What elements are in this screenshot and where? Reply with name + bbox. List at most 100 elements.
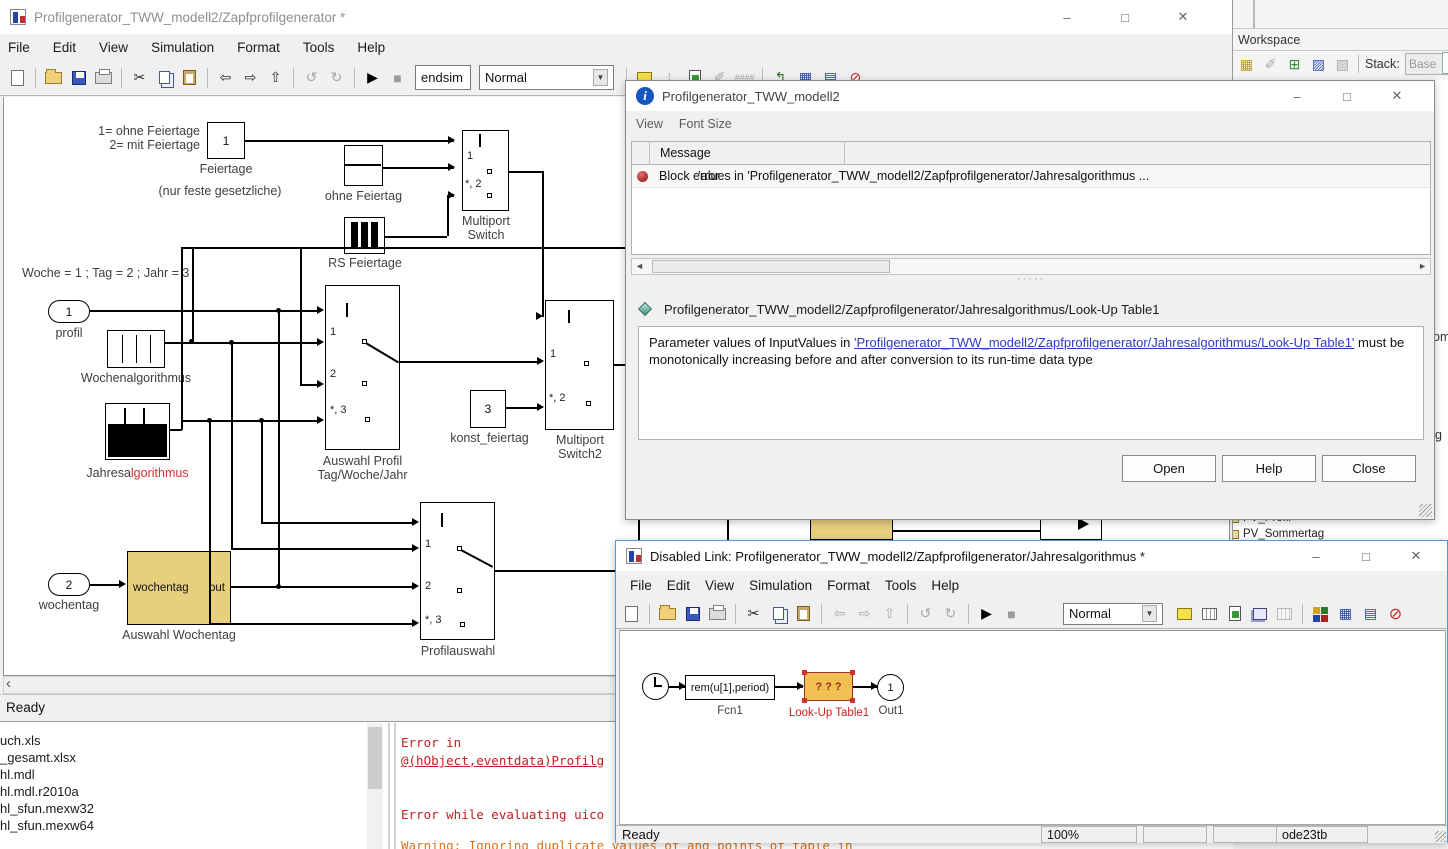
panel-splitter[interactable] <box>394 723 396 849</box>
file-item[interactable]: hl_sfun.mexw64 <box>0 817 367 834</box>
menu-file[interactable]: File <box>8 40 30 55</box>
workspace-new-icon[interactable]: ▦ <box>1235 53 1258 76</box>
build-icon[interactable] <box>1309 602 1332 625</box>
copy-icon[interactable] <box>767 602 790 625</box>
save-icon[interactable] <box>681 602 704 625</box>
grid-disabled-icon[interactable] <box>1273 602 1296 625</box>
menu-tools[interactable]: Tools <box>885 578 917 593</box>
close-button[interactable]: ✕ <box>1372 81 1422 111</box>
maximize-button[interactable]: □ <box>1341 541 1391 571</box>
menu-simulation[interactable]: Simulation <box>151 40 214 55</box>
panel-splitter[interactable] <box>388 723 390 849</box>
block-ohne-feiertag[interactable] <box>344 145 383 186</box>
file-browser-scrollbar[interactable] <box>367 723 383 849</box>
sim-stop-time-input[interactable] <box>415 65 471 90</box>
splitter-dots-icon[interactable]: ····· <box>626 274 1436 284</box>
menu-view[interactable]: View <box>99 40 128 55</box>
menu-file[interactable]: File <box>630 578 652 593</box>
breadcrumb-text[interactable]: Profilgenerator_TWW_modell2/Zapfprofilge… <box>664 302 1159 317</box>
block-feiertage[interactable]: 1 <box>207 122 245 159</box>
file-item[interactable]: _gesamt.xlsx <box>0 749 367 766</box>
file-item[interactable]: uch.xls <box>0 732 367 749</box>
library-link-icon[interactable] <box>1173 602 1196 625</box>
sim-mode-dropdown[interactable]: Normal ▼ <box>479 65 614 90</box>
scrollbar-thumb[interactable] <box>368 727 382 789</box>
model-refresh-icon[interactable] <box>1223 602 1246 625</box>
copy-icon[interactable] <box>153 66 176 89</box>
file-item[interactable]: hl.mdl <box>0 766 367 783</box>
block-wochenalgorithmus[interactable] <box>107 330 165 368</box>
menu-format[interactable]: Format <box>237 40 280 55</box>
new-file-icon[interactable] <box>6 66 29 89</box>
print-icon[interactable] <box>706 602 729 625</box>
cut-icon[interactable]: ✂ <box>742 602 765 625</box>
save-icon[interactable] <box>67 66 90 89</box>
title-bar[interactable]: Profilgenerator_TWW_modell2/Zapfprofilge… <box>0 0 1232 34</box>
cut-icon[interactable]: ✂ <box>128 66 151 89</box>
start-simulation-icon[interactable]: ▶ <box>361 66 384 89</box>
diagnostic-dialog[interactable]: i Profilgenerator_TWW_modell2 – □ ✕ View… <box>625 80 1435 520</box>
title-bar[interactable]: Disabled Link: Profilgenerator_TWW_model… <box>616 541 1447 571</box>
menu-help[interactable]: Help <box>357 40 385 55</box>
up-icon[interactable]: ⇧ <box>264 66 287 89</box>
lookup-table-block[interactable]: ? ? ? <box>804 672 853 701</box>
resize-grip[interactable] <box>1435 831 1446 842</box>
menu-view[interactable]: View <box>636 117 663 131</box>
menu-help[interactable]: Help <box>931 578 959 593</box>
block-multiport-switch[interactable] <box>462 130 509 211</box>
outport-block[interactable]: 1 <box>877 674 904 701</box>
workspace-delete-icon[interactable]: ▧ <box>1331 53 1354 76</box>
simulink-link-window[interactable]: Disabled Link: Profilgenerator_TWW_model… <box>615 540 1448 843</box>
resize-grip[interactable] <box>1419 504 1432 517</box>
forward-icon[interactable]: ⇨ <box>239 66 262 89</box>
scroll-right-icon[interactable]: ► <box>1418 261 1427 271</box>
workspace-edit-icon[interactable]: ✐ <box>1259 53 1282 76</box>
model-canvas[interactable]: rem(u[1],period) Fcn1 ? ? ? Look-Up Tabl… <box>619 630 1446 825</box>
no-entry-icon[interactable]: ⊘ <box>1384 602 1407 625</box>
block-konst-feiertag[interactable]: 3 <box>470 390 506 428</box>
minimize-button[interactable]: – <box>1038 0 1096 34</box>
paste-icon[interactable] <box>792 602 815 625</box>
clock-block[interactable] <box>642 673 669 700</box>
calendar-grid-icon[interactable] <box>1198 602 1221 625</box>
close-button[interactable]: ✕ <box>1154 0 1212 34</box>
block-auswahl-wochentag[interactable]: wochentag out <box>127 551 231 625</box>
back-icon[interactable]: ⇦ <box>214 66 237 89</box>
maximize-button[interactable]: □ <box>1322 81 1372 111</box>
block-auswahl-profil[interactable] <box>325 285 400 450</box>
open-icon[interactable] <box>656 602 679 625</box>
undo-icon[interactable]: ↺ <box>300 66 323 89</box>
back-icon[interactable]: ⇦ <box>828 602 851 625</box>
column-header-message[interactable]: Message <box>660 146 711 160</box>
redo-icon[interactable]: ↻ <box>325 66 348 89</box>
file-item[interactable]: hl_sfun.mexw32 <box>0 800 367 817</box>
stop-simulation-icon[interactable]: ■ <box>1000 602 1023 625</box>
close-dialog-button[interactable]: Close <box>1322 455 1416 482</box>
table-row[interactable]: Block error ’alues in 'Profilgenerator_T… <box>632 165 1430 188</box>
scrollbar-thumb[interactable] <box>652 260 890 273</box>
start-simulation-icon[interactable]: ▶ <box>975 602 998 625</box>
print-icon[interactable] <box>92 66 115 89</box>
scroll-left-icon[interactable]: ‹ <box>6 675 11 692</box>
forward-icon[interactable]: ⇨ <box>853 602 876 625</box>
menu-edit[interactable]: Edit <box>667 578 690 593</box>
redo-icon[interactable]: ↻ <box>939 602 962 625</box>
minimize-button[interactable]: – <box>1272 81 1322 111</box>
menu-edit[interactable]: Edit <box>53 40 76 55</box>
scroll-left-icon[interactable]: ◄ <box>635 261 644 271</box>
fcn-block[interactable]: rem(u[1],period) <box>685 675 775 700</box>
help-button[interactable]: Help <box>1222 455 1316 482</box>
title-bar[interactable]: i Profilgenerator_TWW_modell2 – □ ✕ <box>626 81 1434 111</box>
menu-tools[interactable]: Tools <box>303 40 335 55</box>
menu-font-size[interactable]: Font Size <box>679 117 732 131</box>
menu-simulation[interactable]: Simulation <box>749 578 812 593</box>
workspace-import-icon[interactable]: ⊞ <box>1283 53 1306 76</box>
close-button[interactable]: ✕ <box>1391 541 1441 571</box>
layers-icon[interactable] <box>1248 602 1271 625</box>
menu-view[interactable]: View <box>705 578 734 593</box>
block-jahresalgorithmus[interactable] <box>105 403 170 460</box>
inport-profil[interactable]: 1 <box>48 300 90 323</box>
open-button[interactable]: Open <box>1122 455 1216 482</box>
scope-icon[interactable]: ▦ <box>1334 602 1357 625</box>
minimize-button[interactable]: – <box>1291 541 1341 571</box>
